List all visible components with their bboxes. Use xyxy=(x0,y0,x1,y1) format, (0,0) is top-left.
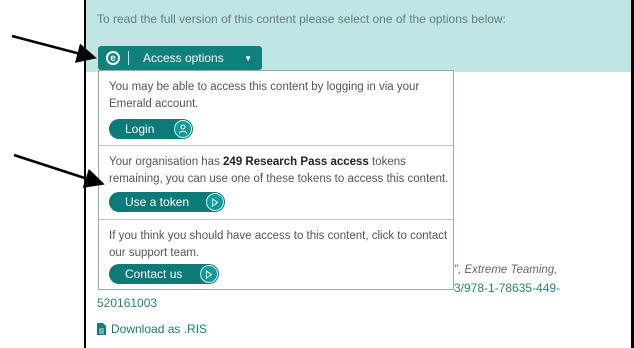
annotation-arrows xyxy=(11,34,105,188)
arrow-to-access-options xyxy=(11,34,97,63)
arrow-to-use-token xyxy=(13,153,105,188)
